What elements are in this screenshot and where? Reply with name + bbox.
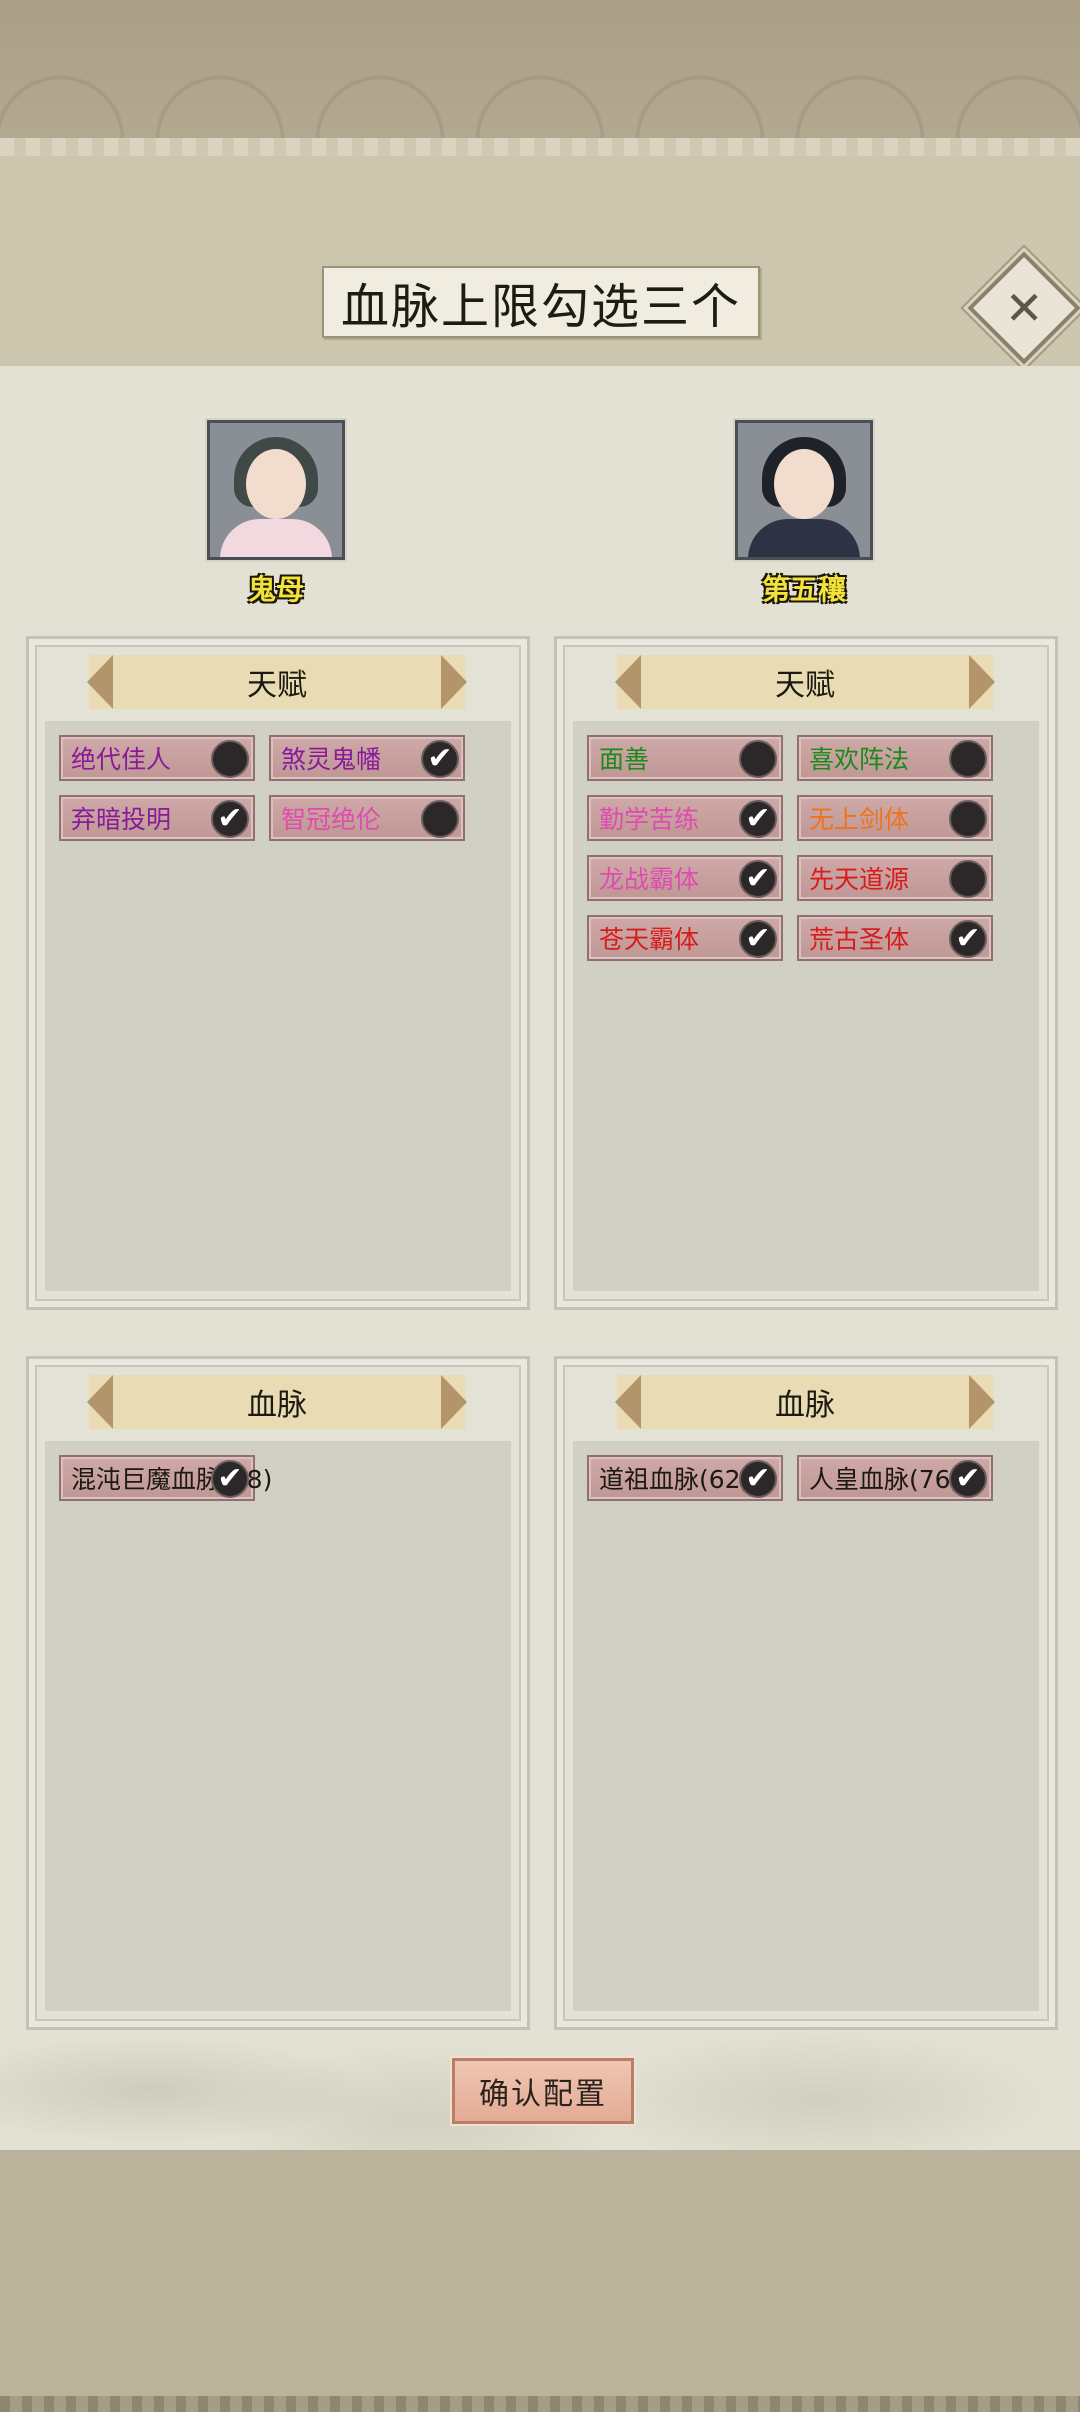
bloodline-panel-left: 血脉 混沌巨魔血脉(68) ✔ <box>26 1356 530 2030</box>
checkmark-icon[interactable]: ✔ <box>739 860 777 898</box>
avatar-robe <box>748 519 860 557</box>
bloodline-chip[interactable]: 混沌巨魔血脉(68) ✔ <box>59 1455 272 1501</box>
talent-label: 勤学苦练 <box>599 805 700 834</box>
talent-panel-right: 天赋 面善 喜欢阵法勤学苦练 ✔ 无上剑体龙战霸体 ✔ 先天道源苍天霸体 ✔ 荒古圣体 ✔ <box>554 636 1058 1310</box>
talent-chip[interactable]: 勤学苦练 ✔ <box>587 795 783 841</box>
checkmark-icon[interactable]: ✔ <box>739 1460 777 1498</box>
bloodline-list-right: 道祖血脉(62) ✔ 人皇血脉(76) ✔ <box>573 1441 1039 2011</box>
talent-label: 面善 <box>599 745 650 774</box>
bloodline-header-right: 血脉 <box>615 1375 995 1429</box>
talent-label: 智冠绝伦 <box>281 805 382 834</box>
torn-paper-edge <box>0 138 1080 158</box>
bottom-area <box>0 2150 1080 2412</box>
avatar-face <box>246 449 306 519</box>
checkmark-icon[interactable]: ✔ <box>949 1460 987 1498</box>
talent-label: 煞灵鬼幡 <box>281 745 382 774</box>
talent-label: 苍天霸体 <box>599 925 700 954</box>
unchecked-circle-icon[interactable] <box>949 740 987 778</box>
talent-chip[interactable]: 弃暗投明 ✔ <box>59 795 255 841</box>
talent-label: 荒古圣体 <box>809 925 910 954</box>
unchecked-circle-icon[interactable] <box>949 800 987 838</box>
unchecked-circle-icon[interactable] <box>949 860 987 898</box>
avatar-robe <box>220 519 332 557</box>
bloodline-label: 人皇血脉(76) <box>809 1465 961 1494</box>
dialog-title: 血脉上限勾选三个 <box>322 266 760 338</box>
talent-chip[interactable]: 无上剑体 <box>797 795 993 841</box>
bloodline-chip[interactable]: 人皇血脉(76) ✔ <box>797 1455 993 1501</box>
top-decoration <box>0 0 1080 150</box>
talent-chip[interactable]: 龙战霸体 ✔ <box>587 855 783 901</box>
character-left[interactable]: 鬼母 <box>206 420 346 608</box>
checkmark-icon[interactable]: ✔ <box>421 740 459 778</box>
unchecked-circle-icon[interactable] <box>211 740 249 778</box>
talent-list-right: 面善 喜欢阵法勤学苦练 ✔ 无上剑体龙战霸体 ✔ 先天道源苍天霸体 ✔ 荒古圣体 ✔ <box>573 721 1039 1291</box>
talent-chip[interactable]: 绝代佳人 <box>59 735 255 781</box>
talent-label: 无上剑体 <box>809 805 910 834</box>
unchecked-circle-icon[interactable] <box>421 800 459 838</box>
checkmark-icon[interactable]: ✔ <box>739 920 777 958</box>
talent-label: 先天道源 <box>809 865 910 894</box>
talent-label: 龙战霸体 <box>599 865 700 894</box>
unchecked-circle-icon[interactable] <box>739 740 777 778</box>
bloodline-header-left: 血脉 <box>87 1375 467 1429</box>
talent-label: 绝代佳人 <box>71 745 172 774</box>
confirm-button[interactable]: 确认配置 <box>452 2058 634 2124</box>
bloodline-panel-right: 血脉 道祖血脉(62) ✔ 人皇血脉(76) ✔ <box>554 1356 1058 2030</box>
bloodline-label: 道祖血脉(62) <box>599 1465 751 1494</box>
talent-chip[interactable]: 喜欢阵法 <box>797 735 993 781</box>
bottom-torn-edge <box>0 2396 1080 2412</box>
talent-chip[interactable]: 先天道源 <box>797 855 993 901</box>
talent-label: 弃暗投明 <box>71 805 172 834</box>
checkmark-icon[interactable]: ✔ <box>211 800 249 838</box>
talent-chip[interactable]: 苍天霸体 ✔ <box>587 915 783 961</box>
character-name-left: 鬼母 <box>247 573 304 606</box>
bloodline-list-left: 混沌巨魔血脉(68) ✔ <box>45 1441 511 2011</box>
close-x-icon: ✕ <box>1004 280 1044 335</box>
character-name-right: 第五穰 <box>761 573 846 606</box>
checkmark-icon[interactable]: ✔ <box>211 1460 249 1498</box>
talent-chip[interactable]: 智冠绝伦 <box>269 795 465 841</box>
avatar-right <box>735 420 873 560</box>
talent-list-left: 绝代佳人 煞灵鬼幡 ✔ 弃暗投明 ✔ 智冠绝伦 <box>45 721 511 1291</box>
talent-chip[interactable]: 面善 <box>587 735 783 781</box>
checkmark-icon[interactable]: ✔ <box>949 920 987 958</box>
talent-chip[interactable]: 煞灵鬼幡 ✔ <box>269 735 465 781</box>
talent-panel-left: 天赋 绝代佳人 煞灵鬼幡 ✔ 弃暗投明 ✔ 智冠绝伦 <box>26 636 530 1310</box>
talent-chip[interactable]: 荒古圣体 ✔ <box>797 915 993 961</box>
bloodline-chip[interactable]: 道祖血脉(62) ✔ <box>587 1455 783 1501</box>
character-right[interactable]: 第五穰 <box>734 420 874 608</box>
talent-header-left: 天赋 <box>87 655 467 709</box>
avatar-left <box>207 420 345 560</box>
talent-header-right: 天赋 <box>615 655 995 709</box>
checkmark-icon[interactable]: ✔ <box>739 800 777 838</box>
avatar-face <box>774 449 834 519</box>
talent-label: 喜欢阵法 <box>809 745 910 774</box>
